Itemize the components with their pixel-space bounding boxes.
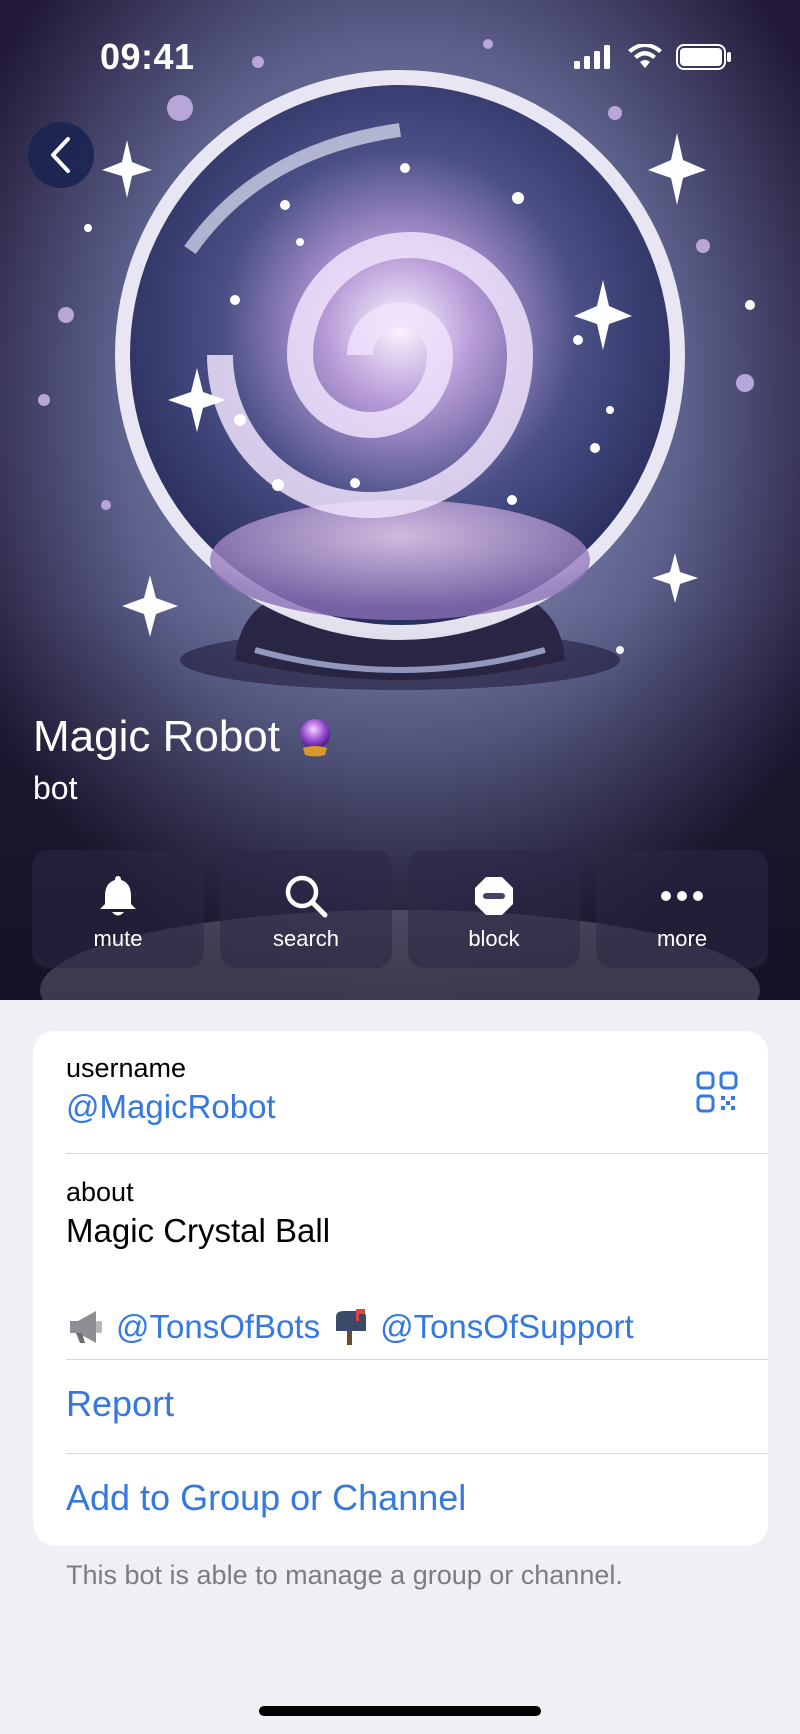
about-links: @TonsOfBots @TonsOfSupport	[66, 1307, 768, 1347]
report-button[interactable]: Report	[66, 1383, 768, 1425]
crystal-ball-emoji-icon	[300, 719, 331, 757]
username-value[interactable]: @MagicRobot	[66, 1088, 768, 1126]
username-row[interactable]: username @MagicRobot	[66, 1053, 768, 1126]
qr-code-icon[interactable]	[696, 1071, 738, 1113]
divider	[66, 1453, 768, 1454]
status-time: 09:41	[100, 36, 195, 77]
more-label: more	[656, 926, 708, 951]
profile-name-text: Magic Robot	[33, 712, 281, 761]
mailbox-icon	[336, 1309, 367, 1345]
add-to-group-button[interactable]: Add to Group or Channel	[66, 1477, 768, 1519]
battery-icon	[676, 44, 731, 70]
back-button[interactable]	[28, 122, 94, 188]
bell-icon	[100, 876, 136, 916]
block-icon	[475, 877, 513, 915]
block-button[interactable]: block	[408, 850, 580, 968]
search-button[interactable]: search	[220, 850, 392, 968]
block-label: block	[468, 926, 520, 951]
bot-info-card: username @MagicRobot about Magic Crystal…	[33, 1031, 768, 1546]
status-icons	[574, 44, 732, 70]
footer-note: This bot is able to manage a group or ch…	[66, 1560, 623, 1590]
mute-label: mute	[93, 926, 143, 951]
chevron-left-icon	[51, 137, 70, 173]
home-indicator[interactable]	[259, 1706, 541, 1716]
divider	[66, 1359, 768, 1360]
wifi-icon	[628, 44, 662, 68]
tonsofbots-link[interactable]: @TonsOfBots	[116, 1308, 320, 1346]
search-icon	[285, 875, 328, 918]
profile-subtitle: bot	[33, 770, 78, 806]
about-value: Magic Crystal Ball	[66, 1212, 331, 1249]
about-row: about Magic Crystal Ball	[66, 1177, 768, 1250]
megaphone-icon	[70, 1311, 102, 1343]
profile-name: Magic Robot	[33, 712, 336, 762]
divider	[66, 1153, 768, 1154]
tonsofsupport-link[interactable]: @TonsOfSupport	[380, 1308, 634, 1346]
more-icon	[661, 891, 703, 901]
cellular-signal-icon	[574, 45, 610, 69]
more-button[interactable]: more	[596, 850, 768, 968]
about-label: about	[66, 1177, 134, 1207]
status-bar: 09:41	[0, 0, 800, 120]
profile-header: 09:41 Magic Robot bot mute search block …	[0, 0, 800, 1000]
search-label: search	[272, 926, 340, 951]
username-label: username	[66, 1053, 187, 1083]
action-buttons: mute search block more	[32, 850, 768, 968]
mute-button[interactable]: mute	[32, 850, 204, 968]
